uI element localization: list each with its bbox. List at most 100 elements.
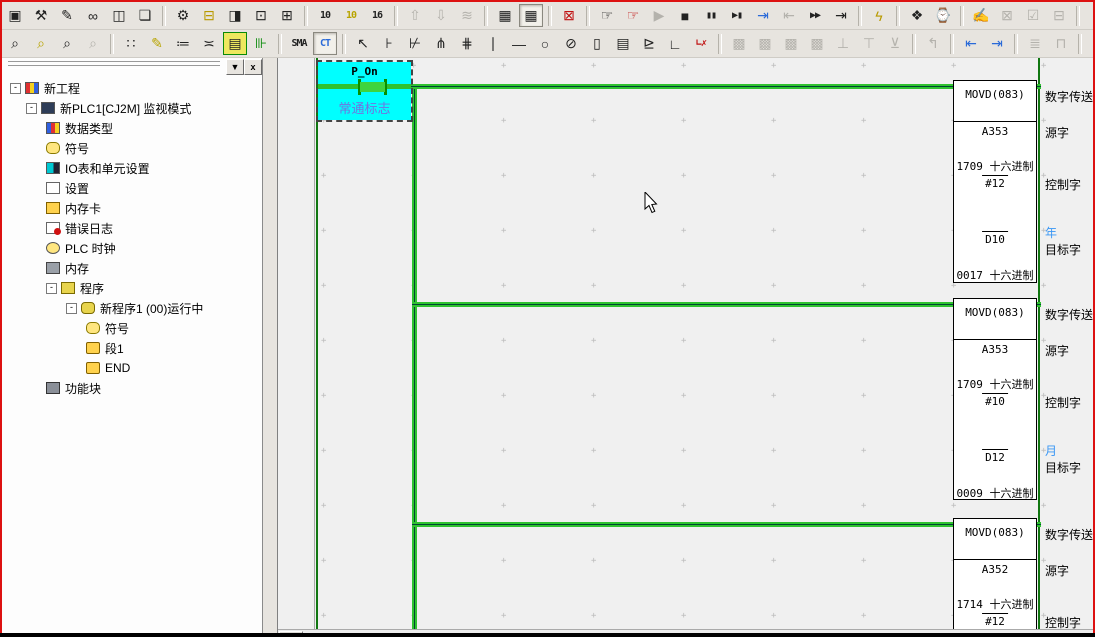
new-coil-icon[interactable]: ○	[533, 32, 557, 55]
binary-view-icon[interactable]: ⊞	[275, 4, 299, 27]
show-comments-icon[interactable]: ≔	[171, 32, 195, 55]
fast-forward-icon[interactable]: ▶▶	[803, 4, 827, 27]
view-report-icon[interactable]: ✎	[55, 4, 79, 27]
movd-instruction-block[interactable]: MOVD(083)A3531709 十六进制#10D120009 十六进制	[953, 298, 1037, 500]
new-instruction-block-icon[interactable]: ▤	[611, 32, 635, 55]
new-closed-contact-icon[interactable]: ⊬	[403, 32, 427, 55]
clock-calendar-icon[interactable]: ⌚	[931, 4, 955, 27]
destination-operand[interactable]: D12	[982, 449, 1008, 464]
hammer-tool-icon[interactable]: ⚒	[29, 4, 53, 27]
destination-operand[interactable]: D10	[982, 231, 1008, 246]
rung-annotation-icon[interactable]: ≍	[197, 32, 221, 55]
pattern-tool-3-icon[interactable]: ▩	[779, 32, 803, 55]
work-online-icon[interactable]: ▦	[493, 4, 517, 27]
tree-item-function-blocks[interactable]: 功能块	[46, 378, 101, 398]
tree-item-program1-symbols[interactable]: 符号	[86, 318, 129, 338]
selected-contact-cell[interactable]: P_On 常通标志	[318, 62, 411, 120]
monitor-decimal-icon[interactable]: 10	[313, 4, 337, 27]
io-window-icon[interactable]: ◫	[107, 4, 131, 27]
tree-item-program1[interactable]: -新程序1 (00)运行中	[66, 298, 203, 318]
step-out-icon[interactable]: ⇤	[777, 4, 801, 27]
control-operand[interactable]: #12	[982, 613, 1008, 628]
zoom-out-icon[interactable]: ⌕	[55, 32, 79, 55]
tree-item-programs[interactable]: -程序	[46, 278, 104, 298]
work-online-simulator-icon[interactable]: ▦	[519, 4, 543, 27]
diff-both-icon[interactable]: ⊻	[883, 32, 907, 55]
cancel-edit-icon[interactable]: ⊟	[1047, 4, 1071, 27]
step-in-icon[interactable]: ⇥	[751, 4, 775, 27]
step-run-icon[interactable]: ▶▮	[725, 4, 749, 27]
tree-expander-icon[interactable]: -	[46, 283, 57, 294]
new-instruction-icon[interactable]: ▯	[585, 32, 609, 55]
panel-dropdown-button[interactable]: ▼	[226, 59, 244, 75]
return-line-icon[interactable]: ↰	[921, 32, 945, 55]
compile-icon[interactable]: ⚙	[171, 4, 195, 27]
tree-item-memory-card[interactable]: 内存卡	[46, 198, 101, 218]
movd-instruction-block[interactable]: MOVD(083)A3521714 十六进制#12	[953, 518, 1037, 633]
monitor-list-icon[interactable]: ▤	[223, 32, 247, 55]
pause-hand-off-icon[interactable]: ☞	[621, 4, 645, 27]
horizontal-line-icon[interactable]: ―	[507, 32, 531, 55]
diff-up-icon[interactable]: ⊥	[831, 32, 855, 55]
monitor-hex-icon[interactable]: 16	[365, 4, 389, 27]
align-list-icon[interactable]: ≣	[1023, 32, 1047, 55]
indent-rung-icon[interactable]: ⇥	[985, 32, 1009, 55]
transfer-to-plc-icon[interactable]: ϟ	[867, 4, 891, 27]
tree-item-plc1[interactable]: -新PLC1[CJ2M] 监视模式	[26, 98, 191, 118]
tree-item-section1[interactable]: 段1	[86, 338, 124, 358]
new-view-icon[interactable]: ▣	[3, 4, 27, 27]
next-reference-icon[interactable]: ⇩	[429, 4, 453, 27]
source-operand[interactable]: A353	[954, 343, 1036, 356]
tree-item-symbols[interactable]: 符号	[46, 138, 89, 158]
online-edit-icon[interactable]: ✍	[969, 4, 993, 27]
panel-grip[interactable]	[8, 65, 220, 69]
pattern-tool-2-icon[interactable]: ▩	[753, 32, 777, 55]
new-or-contact-icon[interactable]: ⋔	[429, 32, 453, 55]
zoom-restore-icon[interactable]: ⌕	[81, 32, 105, 55]
control-operand[interactable]: #12	[982, 175, 1008, 190]
pattern-tool-4-icon[interactable]: ▩	[805, 32, 829, 55]
tree-item-plc-clock[interactable]: PLC 时钟	[46, 238, 116, 258]
tree-item-end[interactable]: END	[86, 358, 130, 378]
pause-icon[interactable]: ▮▮	[699, 4, 723, 27]
panel-splitter[interactable]	[263, 58, 277, 633]
grid-toggle-icon[interactable]: ∷	[119, 32, 143, 55]
diff-down-icon[interactable]: ⊤	[857, 32, 881, 55]
send-changes-icon[interactable]: ⊠	[995, 4, 1019, 27]
symbol-table-icon[interactable]: ⊟	[197, 4, 221, 27]
rung-comment-icon[interactable]: ✎	[145, 32, 169, 55]
prev-reference-icon[interactable]: ⇧	[403, 4, 427, 27]
monitor-signed-decimal-icon[interactable]: 10	[339, 4, 363, 27]
source-operand[interactable]: A353	[954, 125, 1036, 138]
tree-item-settings[interactable]: 设置	[46, 178, 89, 198]
select-mode-icon[interactable]: ↖	[351, 32, 375, 55]
compile-all-icon[interactable]: ❖	[905, 4, 929, 27]
pattern-tool-1-icon[interactable]: ▩	[727, 32, 751, 55]
new-closed-coil-icon[interactable]: ⊘	[559, 32, 583, 55]
zoom-fit-icon[interactable]: ⌕	[29, 32, 53, 55]
section-list-icon[interactable]: ◨	[223, 4, 247, 27]
release-edit-icon[interactable]: ☑	[1021, 4, 1045, 27]
source-operand[interactable]: A352	[954, 563, 1036, 576]
binoculars-icon[interactable]: ∞	[81, 4, 105, 27]
pause-hand-icon[interactable]: ☞	[595, 4, 619, 27]
eject-icon[interactable]: ⊓	[1049, 32, 1073, 55]
new-fb-invocation-icon[interactable]: ⊵	[637, 32, 661, 55]
tree-item-error-log[interactable]: 错误日志	[46, 218, 113, 238]
console-icon[interactable]: ⊡	[249, 4, 273, 27]
outdent-rung-icon[interactable]: ⇤	[959, 32, 983, 55]
zoom-in-icon[interactable]: ⌕	[3, 32, 27, 55]
tree-item-new-project[interactable]: -新工程	[10, 78, 80, 98]
tree-item-memory[interactable]: 内存	[46, 258, 89, 278]
line-corner-icon[interactable]: ∟	[663, 32, 687, 55]
tree-expander-icon[interactable]: -	[26, 103, 37, 114]
address-reference-icon[interactable]: SMA	[287, 32, 311, 55]
run-to-end-icon[interactable]: ⇥	[829, 4, 853, 27]
address-watch-icon[interactable]: ≋	[455, 4, 479, 27]
cross-reference-icon[interactable]: CT	[313, 32, 337, 55]
tree-item-io-table[interactable]: IO表和单元设置	[46, 158, 150, 178]
ladder-diagram-view[interactable]: ++++++++++++++++++++++++++++++++++++++++…	[277, 58, 1094, 633]
tree-expander-icon[interactable]: -	[10, 83, 21, 94]
delete-line-icon[interactable]: ∟✗	[689, 32, 713, 55]
run-icon[interactable]: ▶	[647, 4, 671, 27]
